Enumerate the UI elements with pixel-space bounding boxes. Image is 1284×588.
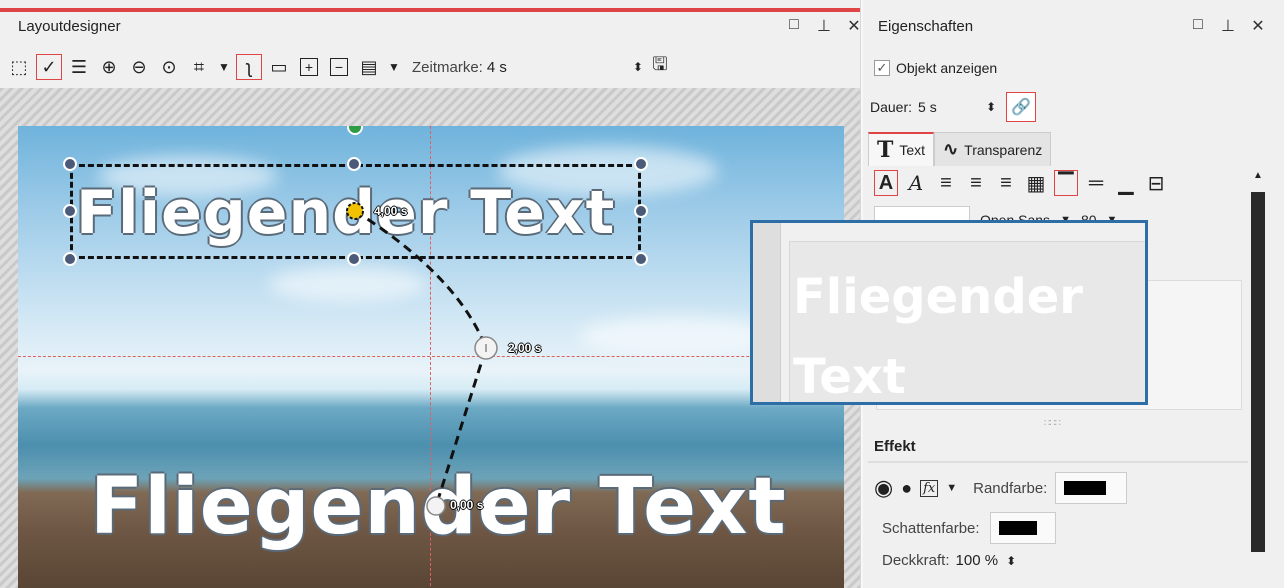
resize-handle-sw[interactable] bbox=[63, 252, 77, 266]
shadow-effect-icon[interactable]: ● bbox=[901, 478, 912, 499]
resize-grip-icon[interactable]: ∷∷∷ bbox=[1044, 418, 1061, 429]
canvas-image[interactable]: Fliegender Text Fliegender Text 4,00 s 2… bbox=[18, 126, 844, 588]
panel-window-buttons: □ ⊥ ✕ bbox=[786, 16, 862, 36]
scrollbar-thumb[interactable] bbox=[1251, 192, 1265, 552]
zeitmarke-spinner-icon[interactable]: ⬍ bbox=[633, 60, 643, 74]
scrollbar[interactable]: ▲ bbox=[1250, 170, 1266, 588]
grid-dropdown-icon[interactable]: ▼ bbox=[216, 54, 232, 80]
save-icon[interactable]: 🖫 bbox=[647, 54, 673, 80]
tab-text[interactable]: T Text bbox=[868, 132, 935, 166]
align-left-icon[interactable]: ≡ bbox=[934, 170, 958, 196]
randfarbe-color-picker[interactable] bbox=[1055, 472, 1128, 504]
canvas-area: Fliegender Text Fliegender Text 4,00 s 2… bbox=[0, 88, 860, 588]
callout-strip bbox=[753, 223, 781, 402]
fx-icon[interactable]: fx bbox=[920, 479, 939, 497]
outline-effect-icon[interactable]: ◉ bbox=[874, 475, 893, 501]
keyframe-icon[interactable] bbox=[472, 334, 500, 362]
dauer-row: Dauer: 5 s ⬍ 🔗 bbox=[870, 92, 1037, 122]
transparency-tab-icon: ∿ bbox=[943, 139, 959, 160]
text-preview-callout: Fliegender Text bbox=[750, 220, 1148, 405]
deckkraft-label: Deckkraft: bbox=[882, 552, 950, 569]
effekt-row: ◉ ● fx ▼ Randfarbe: bbox=[874, 472, 1128, 504]
property-tabs: T Text ∿ Transparenz bbox=[868, 132, 1052, 166]
resize-handle-s[interactable] bbox=[347, 252, 361, 266]
tab-label: Text bbox=[899, 142, 926, 158]
deckkraft-input[interactable]: 100 % bbox=[956, 552, 999, 569]
active-panel-indicator bbox=[0, 8, 860, 12]
maximize-icon[interactable]: □ bbox=[1190, 16, 1206, 36]
dauer-label: Dauer: bbox=[870, 99, 913, 115]
resize-handle-se[interactable] bbox=[634, 252, 648, 266]
keyframe-active-icon[interactable] bbox=[341, 197, 369, 225]
zeitmarke-input[interactable] bbox=[486, 55, 627, 79]
schattenfarbe-label: Schattenfarbe: bbox=[882, 519, 980, 537]
maximize-icon[interactable]: □ bbox=[786, 16, 802, 36]
objekt-anzeigen-label: Objekt anzeigen bbox=[896, 60, 998, 76]
dauer-input[interactable]: 5 s bbox=[918, 99, 984, 115]
close-icon[interactable]: ✕ bbox=[1250, 16, 1266, 36]
grid-icon[interactable]: ⌗ bbox=[186, 54, 212, 80]
align-icon[interactable]: ▤ bbox=[356, 54, 382, 80]
select-tool-icon[interactable]: ⬚ bbox=[6, 54, 32, 80]
justify-icon[interactable]: ▦ bbox=[1024, 170, 1048, 196]
keyframe-start-icon[interactable] bbox=[422, 492, 450, 520]
add-keyframe-icon[interactable]: + bbox=[296, 54, 322, 80]
layoutdesigner-toolbar: ⬚ ✓ ☰ ⊕ ⊖ ⊙ ⌗ ▼ ʅ ▭ + − ▤ ▼ Zeitmarke: ⬍… bbox=[6, 50, 673, 84]
valign-top-icon[interactable]: ▔ bbox=[1054, 170, 1078, 196]
objekt-anzeigen-row[interactable]: ✓ Objekt anzeigen bbox=[874, 60, 997, 76]
deckkraft-row: Deckkraft: 100 % ⬍ bbox=[882, 552, 1016, 569]
objekt-anzeigen-checkbox[interactable]: ✓ bbox=[874, 60, 890, 76]
dauer-spinner-icon[interactable]: ⬍ bbox=[986, 100, 996, 114]
panel-title: Layoutdesigner bbox=[18, 18, 121, 35]
motion-path-icon[interactable]: ʅ bbox=[236, 54, 262, 80]
link-icon[interactable]: 🔗 bbox=[1006, 92, 1037, 122]
bold-icon[interactable]: A bbox=[874, 170, 898, 196]
keyframe-time-label: 2,00 s bbox=[508, 341, 542, 355]
keyframe-time-label: 0,00 s bbox=[450, 498, 484, 512]
zeitmarke-label: Zeitmarke: bbox=[412, 58, 483, 76]
pin-icon[interactable]: ⊥ bbox=[816, 16, 832, 36]
valign-middle-icon[interactable]: ═ bbox=[1084, 170, 1108, 196]
deckkraft-spinner-icon[interactable]: ⬍ bbox=[1006, 554, 1016, 568]
camera-icon[interactable]: ▭ bbox=[266, 54, 292, 80]
resize-handle-nw[interactable] bbox=[63, 157, 77, 171]
resize-handle-ne[interactable] bbox=[634, 157, 648, 171]
align-dropdown-icon[interactable]: ▼ bbox=[386, 54, 402, 80]
zoom-fit-icon[interactable]: ⊙ bbox=[156, 54, 182, 80]
text-tab-icon: T bbox=[877, 137, 894, 163]
remove-keyframe-icon[interactable]: − bbox=[326, 54, 352, 80]
callout-text: Fliegender Text bbox=[793, 269, 1083, 405]
format-toolbar: A A ≡ ≡ ≡ ▦ ▔ ═ ▁ ⊟ bbox=[874, 168, 1168, 198]
randfarbe-label: Randfarbe: bbox=[973, 479, 1048, 497]
valign-justify-icon[interactable]: ⊟ bbox=[1144, 170, 1168, 196]
panel-title: Eigenschaften bbox=[878, 18, 974, 35]
panel-window-buttons: □ ⊥ ✕ bbox=[1190, 16, 1266, 36]
layoutdesigner-panel: Layoutdesigner □ ⊥ ✕ ⬚ ✓ ☰ ⊕ ⊖ ⊙ ⌗ ▼ ʅ ▭… bbox=[0, 0, 862, 588]
fx-dropdown-icon[interactable]: ▼ bbox=[946, 482, 957, 494]
zoom-out-icon[interactable]: ⊖ bbox=[126, 54, 152, 80]
tab-label: Transparenz bbox=[964, 141, 1043, 158]
zoom-in-icon[interactable]: ⊕ bbox=[96, 54, 122, 80]
scroll-up-icon[interactable]: ▲ bbox=[1250, 170, 1266, 181]
schattenfarbe-row: Schattenfarbe: bbox=[882, 512, 1056, 544]
tab-transparenz[interactable]: ∿ Transparenz bbox=[934, 132, 1052, 166]
path-tool-icon[interactable]: ✓ bbox=[36, 54, 62, 80]
resize-handle-n[interactable] bbox=[347, 157, 361, 171]
resize-handle-w[interactable] bbox=[63, 204, 77, 218]
schattenfarbe-color-picker[interactable] bbox=[989, 512, 1056, 544]
align-center-icon[interactable]: ≡ bbox=[964, 170, 988, 196]
effekt-heading: Effekt bbox=[874, 438, 916, 455]
pin-icon[interactable]: ⊥ bbox=[1220, 16, 1236, 36]
resize-handle-e[interactable] bbox=[634, 204, 648, 218]
valign-bottom-icon[interactable]: ▁ bbox=[1114, 170, 1138, 196]
layers-icon[interactable]: ☰ bbox=[66, 54, 92, 80]
align-right-icon[interactable]: ≡ bbox=[994, 170, 1018, 196]
divider bbox=[868, 461, 1248, 463]
keyframe-time-label: 4,00 s bbox=[374, 204, 408, 218]
italic-icon[interactable]: A bbox=[904, 170, 928, 196]
